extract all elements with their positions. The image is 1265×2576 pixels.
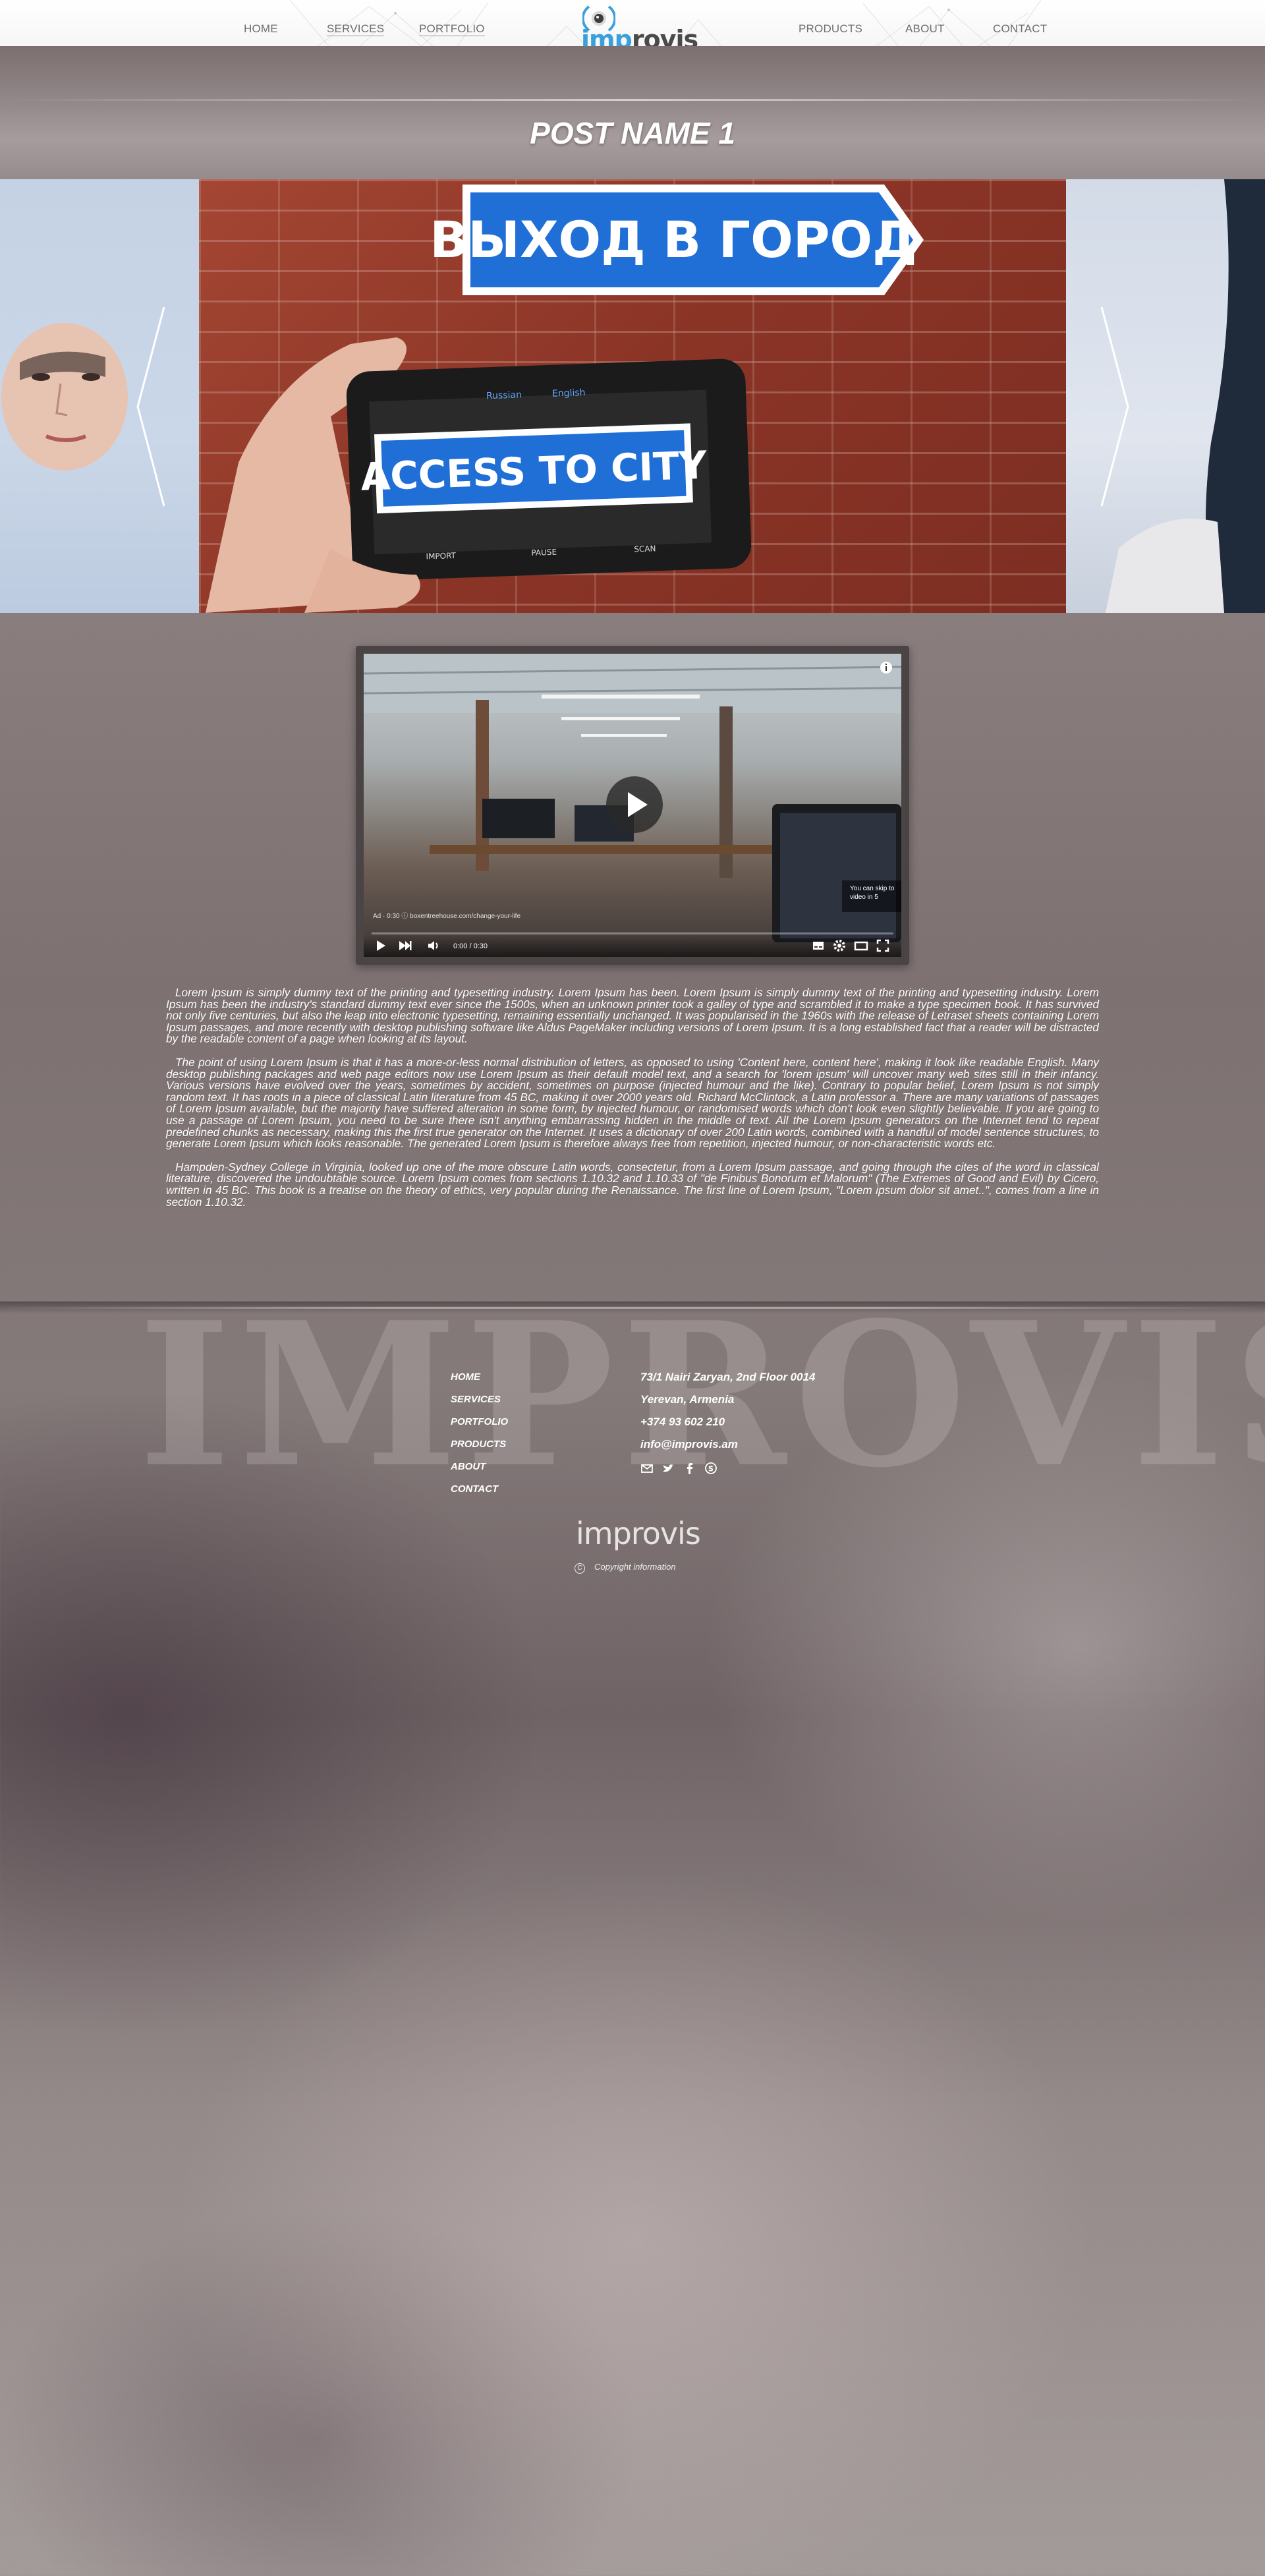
skip-ad-box[interactable]: You can skip to video in 5 xyxy=(842,880,901,912)
volume-icon[interactable] xyxy=(427,939,441,952)
video-play-button[interactable] xyxy=(606,776,663,833)
woman-profile-image xyxy=(1106,179,1265,613)
slider-prev-arrow-icon[interactable] xyxy=(135,304,167,509)
article-body: Lorem Ipsum is simply dummy text of the … xyxy=(166,987,1099,1220)
skip-text-1: You can skip to xyxy=(850,885,895,892)
phone-lang-to: English xyxy=(552,387,586,399)
footer-nav-services[interactable]: SERVICES xyxy=(451,1393,508,1416)
svg-text:S: S xyxy=(708,1465,714,1474)
footer-nav-contact[interactable]: CONTACT xyxy=(451,1483,508,1505)
fullscreen-icon[interactable] xyxy=(876,939,889,952)
phone-btn-pause: PAUSE xyxy=(531,548,557,558)
contact-phone[interactable]: +374 93 602 210 xyxy=(640,1416,816,1438)
nav-services[interactable]: SERVICES xyxy=(327,22,385,36)
play-icon xyxy=(628,792,648,817)
twitter-icon[interactable] xyxy=(661,1462,675,1475)
slide-main-image: ВЫХОД В ГОРОД ACCESS TO CITY Russian Eng… xyxy=(199,179,1066,613)
article-paragraph-2: The point of using Lorem Ipsum is that i… xyxy=(166,1055,1099,1151)
slide-prev-preview[interactable] xyxy=(0,179,199,613)
woman-face-image xyxy=(1,323,128,471)
facebook-icon[interactable] xyxy=(683,1462,696,1475)
slide-next-preview[interactable] xyxy=(1066,179,1265,613)
phone-lang-from: Russian xyxy=(486,389,522,401)
skip-text-2: video in 5 xyxy=(850,894,878,901)
contact-email[interactable]: info@improvis.am xyxy=(640,1438,816,1460)
contact-address-line-2: Yerevan, Armenia xyxy=(640,1393,735,1406)
translator-photo: ВЫХОД В ГОРОД ACCESS TO CITY Russian Eng… xyxy=(206,185,924,613)
nav-home[interactable]: HOME xyxy=(244,22,278,36)
image-slider: ВЫХОД В ГОРОД ACCESS TO CITY Russian Eng… xyxy=(0,179,1265,613)
play-small-icon[interactable] xyxy=(374,939,387,952)
slider-next-arrow-icon[interactable] xyxy=(1099,304,1131,509)
copyright-symbol-icon: C xyxy=(575,1563,585,1574)
title-band-glow xyxy=(0,99,1265,101)
nav-about[interactable]: ABOUT xyxy=(905,22,945,36)
title-band xyxy=(0,46,1265,179)
sign-text: ВЫХОД В ГОРОД xyxy=(430,210,916,269)
phone-btn-scan: SCAN xyxy=(634,544,656,554)
footer-contact: 73/1 Nairi Zaryan, 2nd Floor 0014 Yereva… xyxy=(640,1371,816,1460)
phone-in-hand: ACCESS TO CITY Russian English IMPORT PA… xyxy=(206,337,752,613)
footer-nav-portfolio[interactable]: PORTFOLIO xyxy=(451,1416,508,1438)
info-icon[interactable] xyxy=(879,660,893,675)
footer-nav-about[interactable]: ABOUT xyxy=(451,1460,508,1483)
video-screen[interactable]: Ad · 0:30 ⓘ boxentreehouse.com/change-yo… xyxy=(364,654,901,957)
article-paragraph-1: Lorem Ipsum is simply dummy text of the … xyxy=(166,986,1099,1046)
nav-contact[interactable]: CONTACT xyxy=(993,22,1047,36)
copyright-text: Copyright information xyxy=(594,1562,676,1572)
phone-btn-import: IMPORT xyxy=(426,551,456,561)
video-player: Ad · 0:30 ⓘ boxentreehouse.com/change-yo… xyxy=(356,646,909,965)
subtitles-icon[interactable] xyxy=(812,939,825,952)
next-icon[interactable] xyxy=(398,939,412,952)
article-paragraph-3: Hampden-Sydney College in Virginia, look… xyxy=(166,1160,1099,1209)
footer-nav: HOME SERVICES PORTFOLIO PRODUCTS ABOUT C… xyxy=(451,1371,508,1505)
post-title: POST NAME 1 xyxy=(530,116,735,150)
mail-icon[interactable] xyxy=(640,1462,654,1475)
nav-portfolio[interactable]: PORTFOLIO xyxy=(419,22,485,36)
video-time: 0:00 / 0:30 xyxy=(453,942,488,950)
skype-icon[interactable]: S xyxy=(704,1462,717,1475)
nav-products[interactable]: PRODUCTS xyxy=(799,22,862,36)
settings-gear-icon[interactable] xyxy=(833,939,846,952)
footer-nav-home[interactable]: HOME xyxy=(451,1371,508,1393)
street-sign: ВЫХОД В ГОРОД xyxy=(430,185,924,295)
contact-address-line-1: 73/1 Nairi Zaryan, 2nd Floor 0014 xyxy=(640,1371,816,1383)
footer-nav-products[interactable]: PRODUCTS xyxy=(451,1438,508,1460)
ad-label[interactable]: Ad · 0:30 ⓘ boxentreehouse.com/change-yo… xyxy=(373,910,520,920)
social-links: S xyxy=(640,1462,723,1478)
theater-mode-icon[interactable] xyxy=(854,939,868,952)
copyright: C Copyright information xyxy=(575,1562,676,1574)
video-controls: 0:00 / 0:30 xyxy=(364,934,901,957)
footer-logo[interactable]: improvis xyxy=(576,1516,701,1551)
